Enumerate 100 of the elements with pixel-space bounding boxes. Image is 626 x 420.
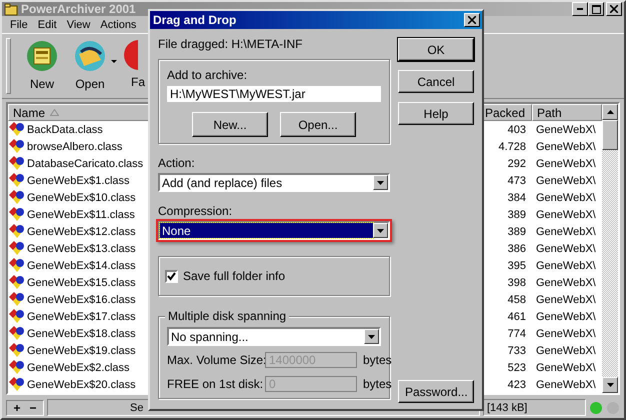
table-cell-text: 4.728 <box>497 140 527 154</box>
folder-icon <box>4 2 18 16</box>
table-cell-text: 733 <box>506 344 527 358</box>
dialog-button[interactable]: OK <box>398 38 474 61</box>
table-cell-text: GeneWebX\ <box>535 360 597 376</box>
dialog-title: Drag and Drop <box>153 13 236 27</box>
menu-item[interactable]: Actions <box>100 18 136 31</box>
table-cell-text: GeneWebX\ <box>535 292 597 308</box>
toolbar-button[interactable]: New <box>19 38 65 93</box>
file-name: GeneWebEx$1.class <box>27 174 130 186</box>
open-icon <box>74 40 106 72</box>
close-button[interactable] <box>606 2 622 16</box>
caret-icon[interactable] <box>377 228 384 232</box>
table-cell-text: GeneWebX\ <box>535 242 597 256</box>
field-label: Action: <box>158 156 196 170</box>
table-cell-text: 403 <box>506 122 527 138</box>
checkbox-label: Save full folder info <box>183 269 286 283</box>
status-size: [143 kB] <box>483 399 586 416</box>
password-button[interactable]: Password... <box>398 380 474 403</box>
archive-path-field[interactable]: H:\MyWEST\MyWEST.jar <box>167 86 381 102</box>
class-file-icon <box>9 139 25 154</box>
table-cell-text: 458 <box>506 292 527 308</box>
unit-label: bytes <box>363 353 392 367</box>
file-name: browseAlbero.class <box>27 140 122 152</box>
table-cell-text: 389 <box>506 224 527 240</box>
table-cell-text: GeneWebX\ <box>535 156 597 172</box>
up-arrow-icon[interactable] <box>606 110 614 114</box>
table-cell-text: 389 <box>506 208 527 222</box>
down-arrow-icon[interactable] <box>606 383 614 387</box>
action-dropdown[interactable]: Add (and replace) files <box>158 173 390 192</box>
table-cell-text: 398 <box>506 276 527 290</box>
file-name: DatabaseCaricato.class <box>27 158 144 170</box>
file-name: BackData.class <box>27 124 103 136</box>
class-file-icon <box>9 292 25 307</box>
menu-item[interactable]: View <box>66 18 90 31</box>
file-name: GeneWebEx$11.class <box>27 208 135 220</box>
file-dragged-label: File dragged: H:\META-INF <box>158 37 304 51</box>
menu-item[interactable]: Edit <box>38 18 57 31</box>
class-file-icon <box>9 190 25 205</box>
status-button[interactable]: + <box>9 400 25 414</box>
file-name: GeneWebEx$2.class <box>27 362 130 374</box>
caret-icon[interactable] <box>368 334 375 338</box>
table-cell-text: 473 <box>506 174 527 188</box>
toolbar-button[interactable]: Open <box>67 38 113 93</box>
maximize-icon <box>592 4 600 14</box>
class-file-icon <box>9 173 25 188</box>
scroll-thumb[interactable] <box>602 120 618 150</box>
table-cell-text: GeneWebX\ <box>535 276 597 290</box>
class-file-icon <box>9 360 25 375</box>
field-label: Add to archive: <box>167 68 248 82</box>
class-file-icon <box>9 377 25 392</box>
table-cell-text: 386 <box>506 242 527 256</box>
dialog-button[interactable]: Open... <box>280 112 356 137</box>
table-cell-text: 423 <box>506 378 527 392</box>
field-label: Compression: <box>158 204 234 218</box>
status-light-icon <box>589 400 603 414</box>
close-button[interactable] <box>464 13 480 27</box>
file-name: GeneWebEx$12.class <box>27 226 136 238</box>
class-file-icon <box>9 207 25 222</box>
table-cell-text: GeneWebX\ <box>535 310 597 324</box>
sort-icon <box>50 109 60 116</box>
dialog-button[interactable]: Help <box>398 102 474 125</box>
class-file-icon <box>9 309 25 324</box>
dialog-button[interactable]: Cancel <box>398 70 474 93</box>
class-file-icon <box>9 224 25 239</box>
table-cell-text: GeneWebX\ <box>535 174 597 188</box>
checkbox[interactable] <box>165 270 178 282</box>
class-file-icon <box>9 275 25 290</box>
dialog-button[interactable]: New... <box>192 112 268 137</box>
file-name: GeneWebEx$16.class <box>27 294 136 306</box>
status-button[interactable]: − <box>25 400 41 414</box>
minimize-icon <box>577 8 583 10</box>
window-title: PowerArchiver 2001 <box>21 2 136 16</box>
scroll-up-button[interactable] <box>602 104 618 120</box>
class-file-icon <box>9 156 25 171</box>
table-cell-text: GeneWebX\ <box>535 224 597 240</box>
table-cell-text: GeneWebX\ <box>535 208 597 222</box>
compression-dropdown[interactable]: None <box>158 221 390 240</box>
file-name: GeneWebEx$13.class <box>27 242 136 254</box>
file-name: GeneWebEx$19.class <box>27 344 136 356</box>
spanning-dropdown[interactable]: No spanning... <box>167 327 381 346</box>
table-cell-text: GeneWebX\ <box>535 326 597 342</box>
table-cell-text: 523 <box>506 360 527 376</box>
table-cell-text: GeneWebX\ <box>535 344 597 358</box>
caret-icon[interactable] <box>377 180 384 184</box>
table-cell-text: GeneWebX\ <box>535 122 597 138</box>
menu-item[interactable]: File <box>10 18 28 31</box>
column-header[interactable]: Path <box>532 104 602 121</box>
table-cell-text: GeneWebX\ <box>535 378 597 392</box>
scroll-down-button[interactable] <box>602 377 618 393</box>
table-cell-text: 774 <box>506 326 527 342</box>
class-file-icon <box>9 258 25 273</box>
file-name: GeneWebEx$17.class <box>27 310 136 322</box>
caret-icon[interactable] <box>111 60 117 63</box>
close-icon <box>468 16 476 24</box>
archive-icon <box>26 40 58 72</box>
table-cell-text: 384 <box>506 190 527 206</box>
minimize-button[interactable] <box>572 2 588 16</box>
maximize-button[interactable] <box>588 2 604 16</box>
file-name: GeneWebEx$18.class <box>27 328 136 340</box>
